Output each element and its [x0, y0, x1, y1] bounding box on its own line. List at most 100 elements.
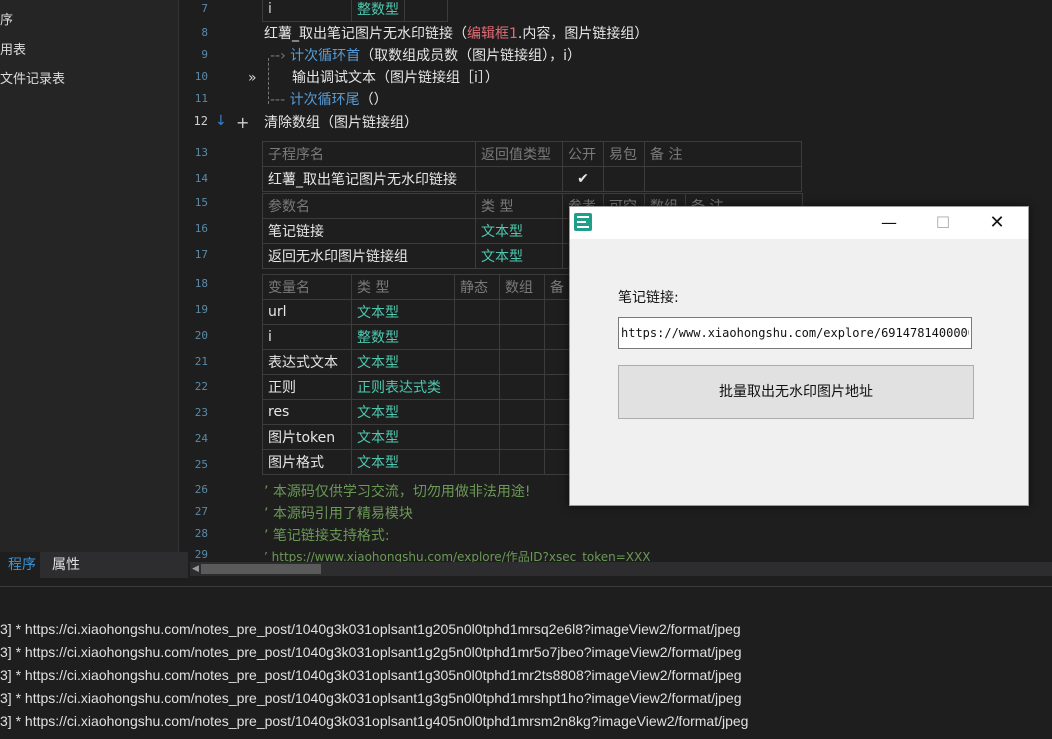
var-name-cell[interactable]: i	[262, 324, 352, 350]
code-comment[interactable]: ’ 笔记链接支持格式:	[264, 525, 390, 547]
tab-properties[interactable]: 属性	[52, 552, 80, 578]
minimize-button[interactable]: —	[866, 207, 912, 239]
header-cell: 备 注	[644, 141, 802, 167]
note-link-input[interactable]	[618, 317, 972, 349]
var-name-cell[interactable]: 图片格式	[262, 449, 352, 475]
line-number: 29	[194, 548, 208, 561]
code-text: （取数组成员数（图片链接组），i）	[360, 48, 582, 64]
code-comment[interactable]: ’ 本源码引用了精易模块	[264, 503, 413, 525]
code-line-10[interactable]: 输出调试文本（图片链接组［i］）	[292, 67, 499, 89]
line-number: 7	[201, 2, 208, 15]
header-cell: 类 型	[351, 274, 455, 300]
var-type-cell[interactable]: 整数型	[351, 0, 405, 22]
code-text: （）	[359, 92, 388, 108]
param-type-cell[interactable]: 文本型	[475, 243, 563, 269]
var-type-cell[interactable]: 正则表达式类	[351, 374, 455, 400]
code-line-8[interactable]: 红薯_取出笔记图片无水印链接（编辑框1.内容，图片链接组）	[264, 23, 648, 45]
line-number: 22	[194, 380, 208, 393]
output-line: 3] * https://ci.xiaohongshu.com/notes_pr…	[0, 644, 742, 660]
var-type-cell[interactable]: 整数型	[351, 324, 455, 350]
var-type-cell[interactable]: 文本型	[351, 299, 455, 325]
var-name-cell[interactable]: 图片token	[262, 424, 352, 450]
var-type-cell[interactable]: 文本型	[351, 399, 455, 425]
line-number: 13	[194, 146, 208, 159]
code-keyword: 计次循环首	[290, 48, 361, 64]
var-type-cell[interactable]: 文本型	[351, 449, 455, 475]
app-icon	[574, 213, 592, 231]
var-name-cell[interactable]: 正则	[262, 374, 352, 400]
tree-item[interactable]: 用表	[0, 40, 26, 62]
code-line-12[interactable]: 清除数组（图片链接组）	[264, 112, 418, 134]
variable-table: 变量名 类 型 静态 数组 备 url 文本型 i 整数型 表达式文本 文本型 正则正…	[262, 274, 586, 475]
output-line: 3] * https://ci.xiaohongshu.com/notes_pr…	[0, 667, 742, 683]
line-number: 20	[194, 329, 208, 342]
param-name-cell[interactable]: 笔记链接	[262, 218, 476, 244]
code-text: .内容，图片链接组）	[517, 26, 649, 42]
maximize-button[interactable]: ☐	[920, 207, 966, 239]
var-name-cell[interactable]: res	[262, 399, 352, 425]
tree-item[interactable]: 序	[0, 10, 13, 32]
param-name-cell[interactable]: 返回无水印图片链接组	[262, 243, 476, 269]
tree-item[interactable]: 文件记录表	[0, 69, 65, 91]
line-number-gutter: 7 8 9 10 11 12 ↓ 13 14 15 16 17 18 19 20…	[188, 0, 234, 562]
variable-row-fragment: i 整数型	[262, 0, 448, 22]
note-link-label: 笔记链接:	[618, 290, 679, 306]
left-panel-tabs: 程序 属性	[0, 552, 188, 578]
header-cell: 静态	[454, 274, 500, 300]
var-type-cell[interactable]: 文本型	[351, 424, 455, 450]
header-cell: 变量名	[262, 274, 352, 300]
param-type-cell[interactable]: 文本型	[475, 218, 563, 244]
line-number: 28	[194, 527, 208, 540]
header-cell: 数组	[499, 274, 545, 300]
line-number: 15	[194, 196, 208, 209]
close-button[interactable]: ✕	[974, 207, 1020, 239]
line-number: 8	[201, 26, 208, 39]
line-number: 14	[194, 172, 208, 185]
expand-plus-icon[interactable]: +	[236, 112, 249, 134]
code-line-9[interactable]: --› 计次循环首（取数组成员数（图片链接组），i）	[270, 45, 581, 67]
line-number: 23	[194, 406, 208, 419]
line-number: 10	[194, 70, 208, 83]
line-number: 19	[194, 303, 208, 316]
var-type-cell[interactable]: 文本型	[351, 349, 455, 375]
header-cell: 参数名	[262, 193, 476, 219]
loop-arrow-icon: --›	[270, 48, 286, 64]
loop-end-marker: ---	[270, 92, 286, 108]
line-number: 24	[194, 432, 208, 445]
output-line: 3] * https://ci.xiaohongshu.com/notes_pr…	[0, 690, 742, 706]
line-number: 17	[194, 248, 208, 261]
tab-program[interactable]: 程序	[0, 552, 40, 578]
line-number: 26	[194, 483, 208, 496]
var-name-cell[interactable]: url	[262, 299, 352, 325]
header-cell: 类 型	[475, 193, 563, 219]
subprogram-name-cell[interactable]: 红薯_取出笔记图片无水印链接	[262, 166, 476, 192]
var-name-cell[interactable]: 表达式文本	[262, 349, 352, 375]
project-tree-panel: 序 用表 文件记录表	[0, 0, 179, 552]
scrollbar-thumb[interactable]	[201, 564, 321, 574]
output-line: 3] * https://ci.xiaohongshu.com/notes_pr…	[0, 621, 741, 637]
app-window: — ☐ ✕ 笔记链接: 批量取出无水印图片地址	[569, 206, 1029, 506]
output-line: 3] * https://ci.xiaohongshu.com/notes_pr…	[0, 713, 749, 729]
extract-images-button[interactable]: 批量取出无水印图片地址	[618, 365, 974, 419]
line-number: 18	[194, 277, 208, 290]
header-cell: 易包	[603, 141, 645, 167]
header-cell: 子程序名	[262, 141, 476, 167]
debug-arrow-icon: »	[248, 70, 257, 86]
line-number: 16	[194, 222, 208, 235]
arrow-down-icon: ↓	[215, 113, 227, 129]
output-panel: 3] * https://ci.xiaohongshu.com/notes_pr…	[0, 586, 1052, 739]
line-number: 25	[194, 458, 208, 471]
var-name-cell[interactable]: i	[262, 0, 352, 22]
code-highlight: 编辑框1	[467, 26, 518, 42]
code-keyword: 计次循环尾	[289, 92, 360, 108]
subprogram-table: 子程序名 返回值类型 公开 易包 备 注 红薯_取出笔记图片无水印链接 ✔	[262, 141, 802, 192]
code-comment[interactable]: ’ 本源码仅供学习交流，切勿用做非法用途!	[264, 481, 531, 503]
line-number-current: 12	[193, 114, 208, 128]
line-number: 9	[201, 48, 208, 61]
checkmark-icon[interactable]: ✔	[562, 166, 604, 192]
scroll-left-icon[interactable]: ◀	[192, 564, 199, 574]
window-titlebar[interactable]: — ☐ ✕	[570, 207, 1028, 239]
line-number: 11	[194, 92, 208, 105]
code-text: 红薯_取出笔记图片无水印链接（	[264, 26, 467, 42]
code-line-11[interactable]: --- 计次循环尾（）	[270, 89, 388, 111]
